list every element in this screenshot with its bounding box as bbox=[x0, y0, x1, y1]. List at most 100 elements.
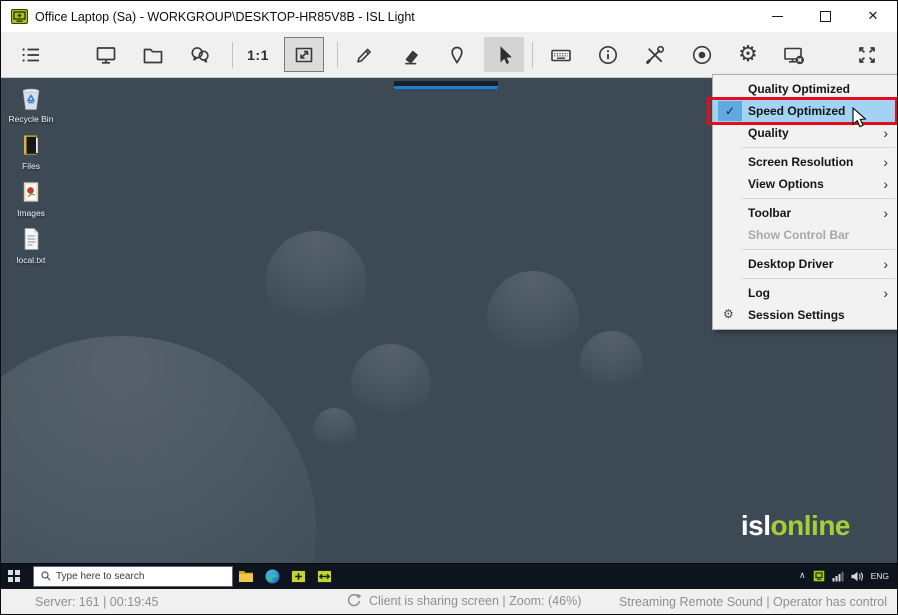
menu-separator bbox=[741, 249, 895, 250]
menu-item-label: Quality Optimized bbox=[748, 82, 851, 96]
menu-item-log[interactable]: Log › bbox=[713, 282, 897, 304]
taskbar-isl-light[interactable] bbox=[285, 564, 311, 588]
menu-separator bbox=[741, 278, 895, 279]
session-list-icon bbox=[22, 47, 39, 62]
laser-pointer-button[interactable] bbox=[437, 37, 477, 72]
menu-item-session-settings[interactable]: ⚙ Session Settings bbox=[713, 304, 897, 326]
minimize-button[interactable] bbox=[753, 1, 801, 32]
remote-taskbar: ∧ ENG bbox=[1, 563, 897, 588]
status-bar: Server: 161 | 00:19:45 Client is sharing… bbox=[1, 588, 897, 614]
eraser-icon bbox=[405, 50, 418, 64]
isl-plus-icon bbox=[290, 569, 306, 583]
desktop-icon-files[interactable]: Files bbox=[2, 131, 60, 171]
tray-chevron-icon[interactable]: ∧ bbox=[799, 571, 806, 581]
toolbar-separator bbox=[232, 42, 233, 68]
menu-item-quality-optimized[interactable]: Quality Optimized bbox=[713, 78, 897, 100]
submenu-arrow-icon: › bbox=[883, 285, 888, 301]
window-title: Office Laptop (Sa) - WORKGROUP\DESKTOP-H… bbox=[35, 9, 415, 24]
network-icon[interactable] bbox=[832, 571, 844, 582]
submenu-arrow-icon: › bbox=[883, 176, 888, 192]
settings-gear-button[interactable]: ⚙ bbox=[728, 37, 768, 72]
keyboard-button[interactable] bbox=[541, 37, 581, 72]
collapsed-control-bar-tab[interactable] bbox=[394, 81, 498, 89]
text-file-icon bbox=[24, 228, 39, 250]
menu-item-label: Show Control Bar bbox=[748, 228, 850, 242]
desktop-icon-recycle-bin[interactable]: Recycle Bin bbox=[2, 84, 60, 124]
wallpaper-sphere bbox=[487, 271, 579, 363]
monitor-button[interactable] bbox=[86, 37, 126, 72]
status-sharing-text: Client is sharing screen | Zoom: (46%) bbox=[369, 594, 582, 608]
one-to-one-button[interactable]: 1:1 bbox=[238, 37, 278, 72]
taskbar-search[interactable] bbox=[33, 565, 233, 587]
tools-icon bbox=[646, 45, 665, 64]
menu-item-label: Log bbox=[748, 286, 770, 300]
session-list-button[interactable] bbox=[11, 37, 51, 72]
menu-item-label: Screen Resolution bbox=[748, 155, 854, 169]
taskbar-file-explorer[interactable] bbox=[233, 564, 259, 588]
desktop-icon-label: Images bbox=[17, 208, 45, 218]
end-session-button[interactable] bbox=[774, 37, 814, 72]
fit-to-screen-button[interactable] bbox=[284, 37, 324, 72]
menu-item-label: Desktop Driver bbox=[748, 257, 834, 271]
wallpaper-sphere bbox=[351, 344, 431, 424]
pointer-pin-icon bbox=[451, 46, 463, 64]
sync-icon bbox=[347, 593, 362, 607]
submenu-arrow-icon: › bbox=[883, 154, 888, 170]
record-icon bbox=[692, 45, 712, 64]
chat-icon bbox=[191, 46, 209, 63]
menu-item-screen-resolution[interactable]: Screen Resolution › bbox=[713, 151, 897, 173]
wallpaper-sphere bbox=[265, 231, 367, 333]
eraser-button[interactable] bbox=[391, 37, 431, 72]
tray-language[interactable]: ENG bbox=[871, 571, 889, 581]
gear-icon: ⚙ bbox=[723, 307, 734, 321]
menu-item-quality[interactable]: Quality › bbox=[713, 122, 897, 144]
edge-icon bbox=[265, 569, 279, 583]
menu-item-show-control-bar: Show Control Bar bbox=[713, 224, 897, 246]
check-icon: ✓ bbox=[724, 104, 736, 118]
desktop-icon-images[interactable]: Images bbox=[2, 178, 60, 218]
toolbar: 1:1 ⚙ bbox=[1, 32, 897, 78]
toolbar-separator bbox=[532, 42, 533, 68]
chat-button[interactable] bbox=[180, 37, 220, 72]
record-button[interactable] bbox=[682, 37, 722, 72]
menu-item-label: Speed Optimized bbox=[748, 104, 846, 118]
tools-button[interactable] bbox=[635, 37, 675, 72]
checkmark-highlight: ✓ bbox=[718, 101, 742, 121]
menu-item-toolbar[interactable]: Toolbar › bbox=[713, 202, 897, 224]
maximize-icon bbox=[819, 11, 831, 22]
monitor-icon bbox=[96, 46, 116, 64]
menu-item-desktop-driver[interactable]: Desktop Driver › bbox=[713, 253, 897, 275]
search-input[interactable] bbox=[56, 570, 232, 582]
one-to-one-label: 1:1 bbox=[247, 46, 269, 63]
info-button[interactable] bbox=[588, 37, 628, 72]
desktop-icon-local-txt[interactable]: local.txt bbox=[2, 225, 60, 265]
taskbar-edge-browser[interactable] bbox=[259, 564, 285, 588]
fullscreen-button[interactable] bbox=[847, 37, 887, 72]
monitor-close-icon bbox=[784, 47, 804, 64]
start-button[interactable] bbox=[1, 564, 27, 588]
wallpaper-sphere bbox=[580, 331, 643, 394]
submenu-arrow-icon: › bbox=[883, 256, 888, 272]
maximize-button[interactable] bbox=[801, 1, 849, 32]
menu-item-view-options[interactable]: View Options › bbox=[713, 173, 897, 195]
close-button[interactable]: ✕ bbox=[849, 1, 897, 32]
select-arrow-button[interactable] bbox=[484, 37, 524, 72]
desktop-icon-label: Files bbox=[22, 161, 40, 171]
file-transfer-button[interactable] bbox=[133, 37, 173, 72]
draw-pencil-button[interactable] bbox=[344, 37, 384, 72]
keyboard-icon bbox=[551, 49, 571, 61]
tray-isl-icon[interactable] bbox=[812, 570, 825, 582]
logo-online-text: online bbox=[770, 510, 851, 541]
desktop-icon-label: Recycle Bin bbox=[8, 114, 54, 124]
cursor-arrow-icon bbox=[500, 45, 512, 64]
file-explorer-icon bbox=[239, 571, 253, 582]
taskbar-isl-session[interactable] bbox=[311, 564, 337, 588]
menu-item-speed-optimized[interactable]: ✓ Speed Optimized bbox=[707, 97, 897, 125]
system-tray: ∧ ENG bbox=[799, 570, 897, 582]
info-icon bbox=[599, 45, 617, 64]
isl-app-icon bbox=[11, 9, 28, 24]
speaker-icon[interactable] bbox=[851, 571, 864, 582]
files-folder-icon bbox=[24, 135, 38, 155]
gear-icon: ⚙ bbox=[738, 41, 758, 67]
windows-logo-icon bbox=[8, 570, 20, 582]
